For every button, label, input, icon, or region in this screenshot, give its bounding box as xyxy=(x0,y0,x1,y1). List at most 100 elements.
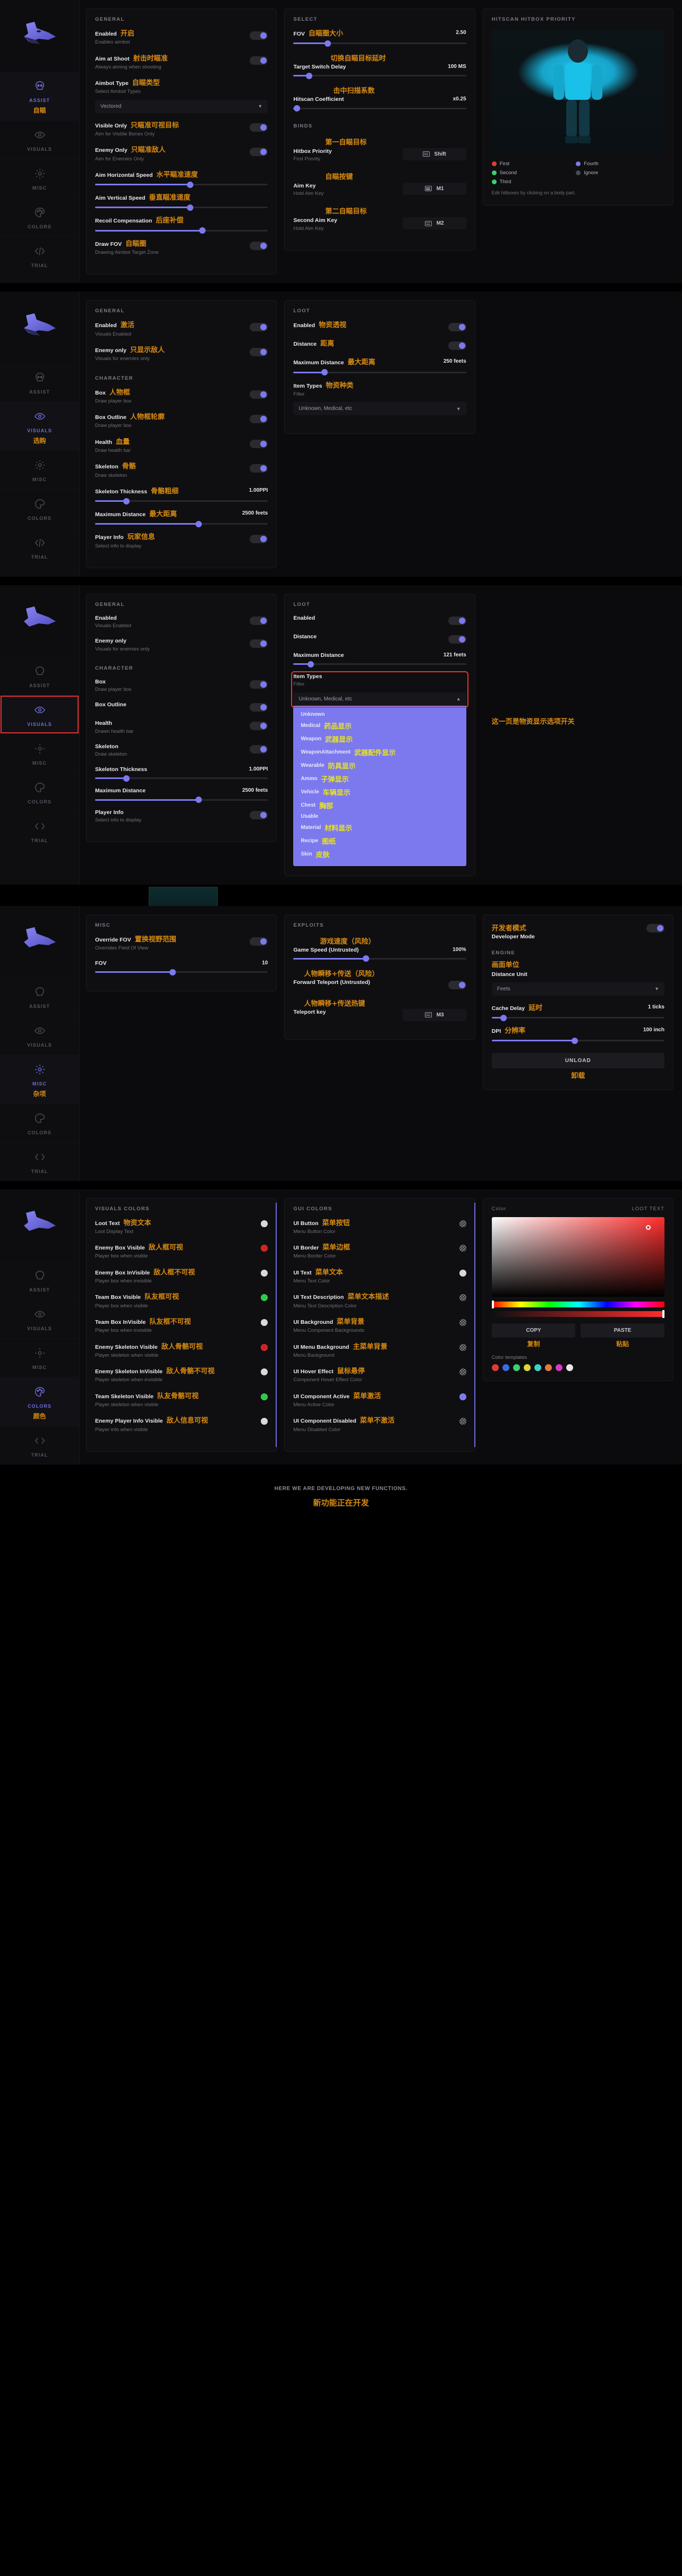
sidebar-item-assist[interactable]: ASSIST xyxy=(0,657,79,695)
swatch-ui-text[interactable] xyxy=(459,1269,466,1277)
sidebar-item-misc[interactable]: MISC xyxy=(0,1338,79,1377)
slider-hitscan-coefficient[interactable] xyxy=(293,105,466,112)
slider-misc-fov[interactable] xyxy=(95,969,268,975)
toggle-box-outline[interactable] xyxy=(250,703,268,712)
toggle-health[interactable] xyxy=(250,439,268,448)
toggle-visuals-enabled[interactable] xyxy=(250,323,268,332)
sidebar-item-visuals[interactable]: VISUALS xyxy=(0,695,79,734)
dropdown-distance-unit[interactable]: Feets ▼ xyxy=(491,982,664,996)
paste-button[interactable]: PASTE xyxy=(581,1323,664,1338)
toggle-loot-enabled[interactable] xyxy=(448,616,466,625)
swatch-ui-hover-effect[interactable] xyxy=(459,1368,466,1376)
legend-second[interactable]: Second xyxy=(491,170,565,176)
template-swatch-3[interactable] xyxy=(513,1364,520,1371)
option-recipe[interactable]: Recipe 图纸 xyxy=(293,834,466,848)
dropdown-aimbot-type[interactable]: Vectored ▼ xyxy=(95,99,268,113)
option-unknown[interactable]: Unknown xyxy=(293,710,466,719)
keybind-teleport-key[interactable]: M3 xyxy=(402,1008,466,1021)
slider-aim-vertical-speed[interactable] xyxy=(95,204,268,211)
slider-skeleton-thickness[interactable] xyxy=(95,498,268,504)
swatch-loot-text[interactable] xyxy=(261,1220,268,1227)
toggle-loot-enabled[interactable] xyxy=(448,323,466,332)
swatch-ui-text-description[interactable] xyxy=(459,1294,466,1302)
toggle-loot-distance[interactable] xyxy=(448,635,466,644)
slider-aim-horizontal-speed[interactable] xyxy=(95,181,268,188)
sidebar-item-colors[interactable]: COLORS xyxy=(0,198,79,236)
option-chest[interactable]: Chest 胸部 xyxy=(293,799,466,812)
hue-slider[interactable] xyxy=(491,1300,664,1308)
swatch-team-box-visible[interactable] xyxy=(261,1294,268,1302)
slider-loot-max-distance[interactable] xyxy=(293,369,466,376)
sidebar-item-colors[interactable]: COLORS xyxy=(0,489,79,528)
toggle-box[interactable] xyxy=(250,680,268,689)
alpha-handle[interactable] xyxy=(662,1310,664,1318)
swatch-enemy-box-visible[interactable] xyxy=(261,1245,268,1252)
sidebar-item-colors[interactable]: COLORS xyxy=(0,1103,79,1142)
swatch-ui-button[interactable] xyxy=(459,1220,466,1227)
toggle-player-info[interactable] xyxy=(250,810,268,819)
saturation-value-area[interactable] xyxy=(491,1217,664,1297)
keybind-aim-key[interactable]: M1 xyxy=(402,182,466,195)
option-vehicle[interactable]: Vehicle 车辆显示 xyxy=(293,785,466,799)
toggle-skeleton[interactable] xyxy=(250,744,268,754)
slider-skeleton-thickness[interactable] xyxy=(95,775,268,782)
toggle-visuals-enabled[interactable] xyxy=(250,616,268,625)
sidebar-item-assist[interactable]: ASSIST xyxy=(0,1261,79,1299)
option-weapon-attachment[interactable]: WeaponAttachment 武器配件显示 xyxy=(293,746,466,759)
option-weapon[interactable]: Weapon 武器显示 xyxy=(293,732,466,746)
toggle-aim-at-shoot[interactable] xyxy=(250,56,268,65)
unload-button[interactable]: UNLOAD xyxy=(491,1053,664,1069)
slider-cache-delay[interactable] xyxy=(491,1014,664,1021)
keybind-second-aim-key[interactable]: M2 xyxy=(402,217,466,230)
sidebar-item-misc[interactable]: MISC xyxy=(0,159,79,198)
hitbox-character-preview[interactable] xyxy=(491,30,664,155)
sidebar-item-visuals[interactable]: VISUALS 选购 xyxy=(0,401,79,451)
option-ammo[interactable]: Ammo 子弹显示 xyxy=(293,772,466,785)
sidebar-item-visuals[interactable]: VISUALS xyxy=(0,120,79,159)
sidebar-item-visuals[interactable]: VISUALS xyxy=(0,1015,79,1055)
template-swatch-4[interactable] xyxy=(523,1364,531,1371)
slider-game-speed[interactable] xyxy=(293,955,466,962)
sidebar-item-assist[interactable]: ASSIST 自瞄 xyxy=(0,72,79,120)
toggle-box-outline[interactable] xyxy=(250,415,268,424)
template-swatch-8[interactable] xyxy=(566,1364,573,1371)
swatch-enemy-skeleton-visible[interactable] xyxy=(261,1343,268,1351)
slider-maximum-distance[interactable] xyxy=(95,797,268,803)
copy-button[interactable]: COPY xyxy=(491,1323,576,1338)
toggle-box[interactable] xyxy=(250,390,268,399)
swatch-team-skeleton-visible[interactable] xyxy=(261,1393,268,1400)
sidebar-item-misc[interactable]: MISC xyxy=(0,733,79,773)
slider-loot-max-distance[interactable] xyxy=(293,661,466,667)
picker-handle[interactable] xyxy=(645,1225,651,1230)
toggle-override-fov[interactable] xyxy=(250,937,268,946)
swatch-ui-border[interactable] xyxy=(459,1245,466,1252)
sidebar-item-colors[interactable]: COLORS 颜色 xyxy=(0,1376,79,1426)
swatch-ui-background[interactable] xyxy=(459,1319,466,1326)
option-wearable[interactable]: Wearable 防具显示 xyxy=(293,759,466,772)
sidebar-item-trial[interactable]: TRIAL xyxy=(0,811,79,850)
legend-fourth[interactable]: Fourth xyxy=(576,161,649,167)
swatch-ui-component-active[interactable] xyxy=(459,1393,466,1400)
template-swatch-6[interactable] xyxy=(544,1364,552,1371)
sidebar-item-misc[interactable]: MISC 杂项 xyxy=(0,1054,79,1103)
sidebar-item-trial[interactable]: TRIAL xyxy=(0,1142,79,1181)
alpha-slider[interactable] xyxy=(491,1310,664,1318)
toggle-draw-fov[interactable] xyxy=(250,241,268,250)
toggle-forward-teleport[interactable] xyxy=(448,980,466,989)
swatch-enemy-box-invisible[interactable] xyxy=(261,1269,268,1277)
keybind-hitbox-priority[interactable]: Shift xyxy=(402,148,466,160)
toggle-player-info[interactable] xyxy=(250,535,268,544)
template-swatch-2[interactable] xyxy=(502,1364,509,1371)
slider-recoil-compensation[interactable] xyxy=(95,227,268,234)
sidebar-item-assist[interactable]: ASSIST xyxy=(0,978,79,1016)
toggle-loot-distance[interactable] xyxy=(448,341,466,350)
template-swatch-1[interactable] xyxy=(491,1364,499,1371)
toggle-visuals-enemy-only[interactable] xyxy=(250,347,268,356)
hue-handle[interactable] xyxy=(491,1300,494,1308)
slider-dpi[interactable] xyxy=(491,1037,664,1044)
swatch-ui-menu-background[interactable] xyxy=(459,1343,466,1351)
swatch-ui-component-disabled[interactable] xyxy=(459,1418,466,1425)
toggle-visible-only[interactable] xyxy=(250,123,268,132)
sidebar-item-colors[interactable]: COLORS xyxy=(0,772,79,811)
option-usable[interactable]: Usable xyxy=(293,812,466,821)
